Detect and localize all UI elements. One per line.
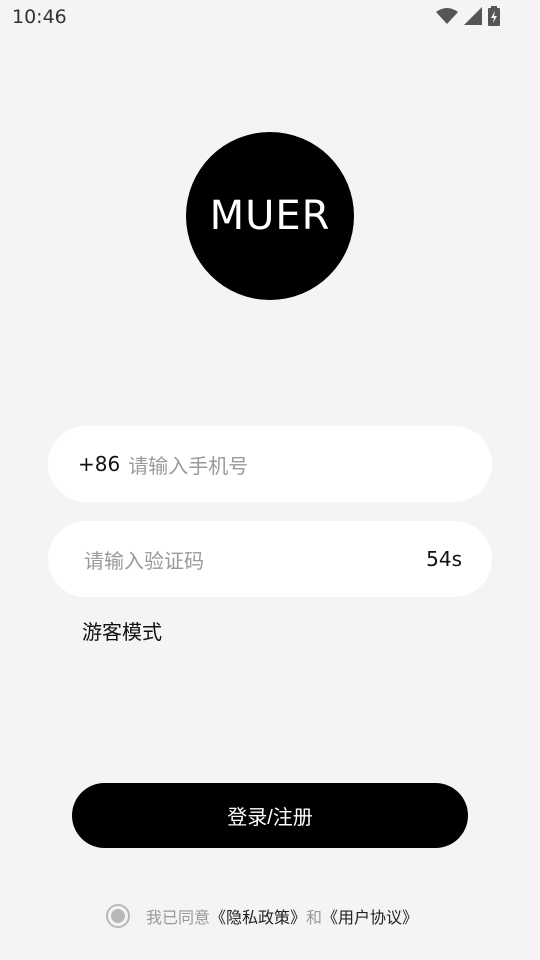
- app-logo: MUER: [186, 132, 354, 300]
- agreement-conjunction: 和: [306, 908, 323, 927]
- agreement-prefix: 我已同意: [146, 908, 211, 927]
- country-code-prefix[interactable]: +86: [78, 452, 120, 476]
- signal-icon: [464, 7, 482, 25]
- logo-text: MUER: [209, 193, 331, 239]
- agree-radio[interactable]: [106, 904, 130, 928]
- status-bar: 10:46: [0, 0, 540, 36]
- resend-countdown[interactable]: 54s: [426, 547, 462, 571]
- guest-mode-link[interactable]: 游客模式: [82, 616, 162, 645]
- code-placeholder: 请输入验证码: [84, 548, 204, 573]
- radio-dot-icon: [111, 909, 125, 923]
- battery-icon: [488, 6, 500, 26]
- privacy-policy-link[interactable]: 《隐私政策》: [210, 904, 306, 928]
- login-register-button[interactable]: 登录/注册: [72, 783, 468, 848]
- user-agreement-link[interactable]: 《用户协议》: [322, 904, 418, 928]
- phone-input[interactable]: +86 请输入手机号: [48, 426, 492, 502]
- phone-placeholder: 请输入手机号: [128, 453, 249, 478]
- verification-code-input[interactable]: 请输入验证码 54s: [48, 521, 492, 597]
- status-time: 10:46: [12, 6, 67, 28]
- status-icons: [436, 6, 500, 26]
- wifi-icon: [436, 8, 458, 24]
- agreement-row: 我已同意 《隐私政策》 和 《用户协议》: [106, 904, 418, 928]
